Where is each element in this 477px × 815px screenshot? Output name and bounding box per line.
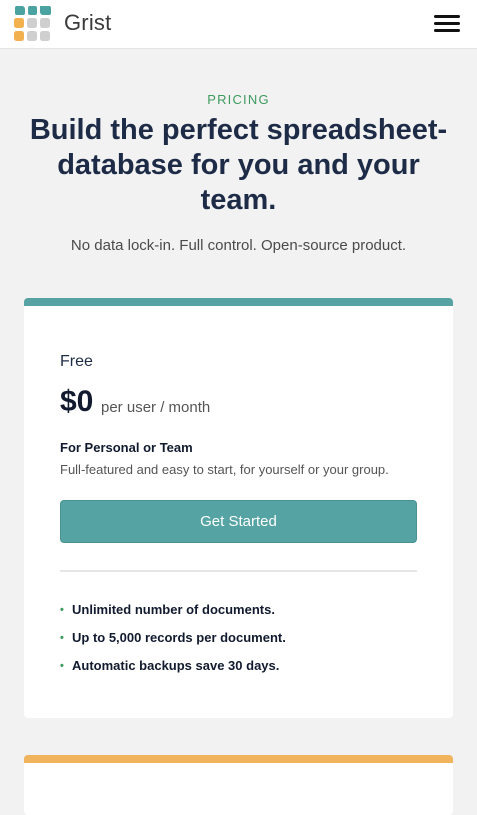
feature-text: Unlimited number of documents.: [72, 602, 275, 617]
section-eyebrow: PRICING: [207, 92, 270, 107]
list-item: • Automatic backups save 30 days.: [60, 657, 430, 685]
grist-logo-icon[interactable]: [13, 6, 53, 42]
feature-list: • Unlimited number of documents. • Up to 5…: [60, 601, 430, 685]
hamburger-menu-icon[interactable]: [434, 15, 460, 33]
bullet-icon: •: [60, 604, 64, 616]
plan-price-unit: per user / month: [101, 399, 211, 416]
menu-bar: [434, 22, 460, 25]
headline-line: team.: [200, 184, 277, 216]
menu-bar: [434, 29, 460, 32]
plan-name: Free: [60, 353, 93, 370]
page-subtitle: No data lock-in. Full control. Open-sour…: [70, 237, 407, 254]
page-title: Build the perfect spreadsheet- database …: [18, 113, 459, 218]
plan-description: Full-featured and easy to start, for you…: [60, 462, 389, 477]
list-item: • Up to 5,000 records per document.: [60, 629, 430, 657]
site-header: Grist: [0, 0, 477, 49]
bullet-icon: •: [60, 660, 64, 672]
plan-audience: For Personal or Team: [60, 440, 193, 455]
plan-price: $0: [60, 385, 94, 418]
feature-text: Up to 5,000 records per document.: [72, 630, 286, 645]
headline-line: database for you and your: [57, 149, 420, 181]
list-item: • Unlimited number of documents.: [60, 601, 430, 629]
menu-bar: [434, 15, 460, 18]
divider: [60, 570, 417, 572]
plan-card-next: [24, 755, 453, 815]
logo-wordmark[interactable]: Grist: [64, 9, 111, 37]
feature-text: Automatic backups save 30 days.: [72, 658, 280, 673]
bullet-icon: •: [60, 632, 64, 644]
headline-line: Build the perfect spreadsheet-: [29, 114, 448, 146]
plan-card-free: Free $0 per user / month For Personal or…: [24, 298, 453, 718]
get-started-button[interactable]: Get Started: [60, 500, 417, 543]
